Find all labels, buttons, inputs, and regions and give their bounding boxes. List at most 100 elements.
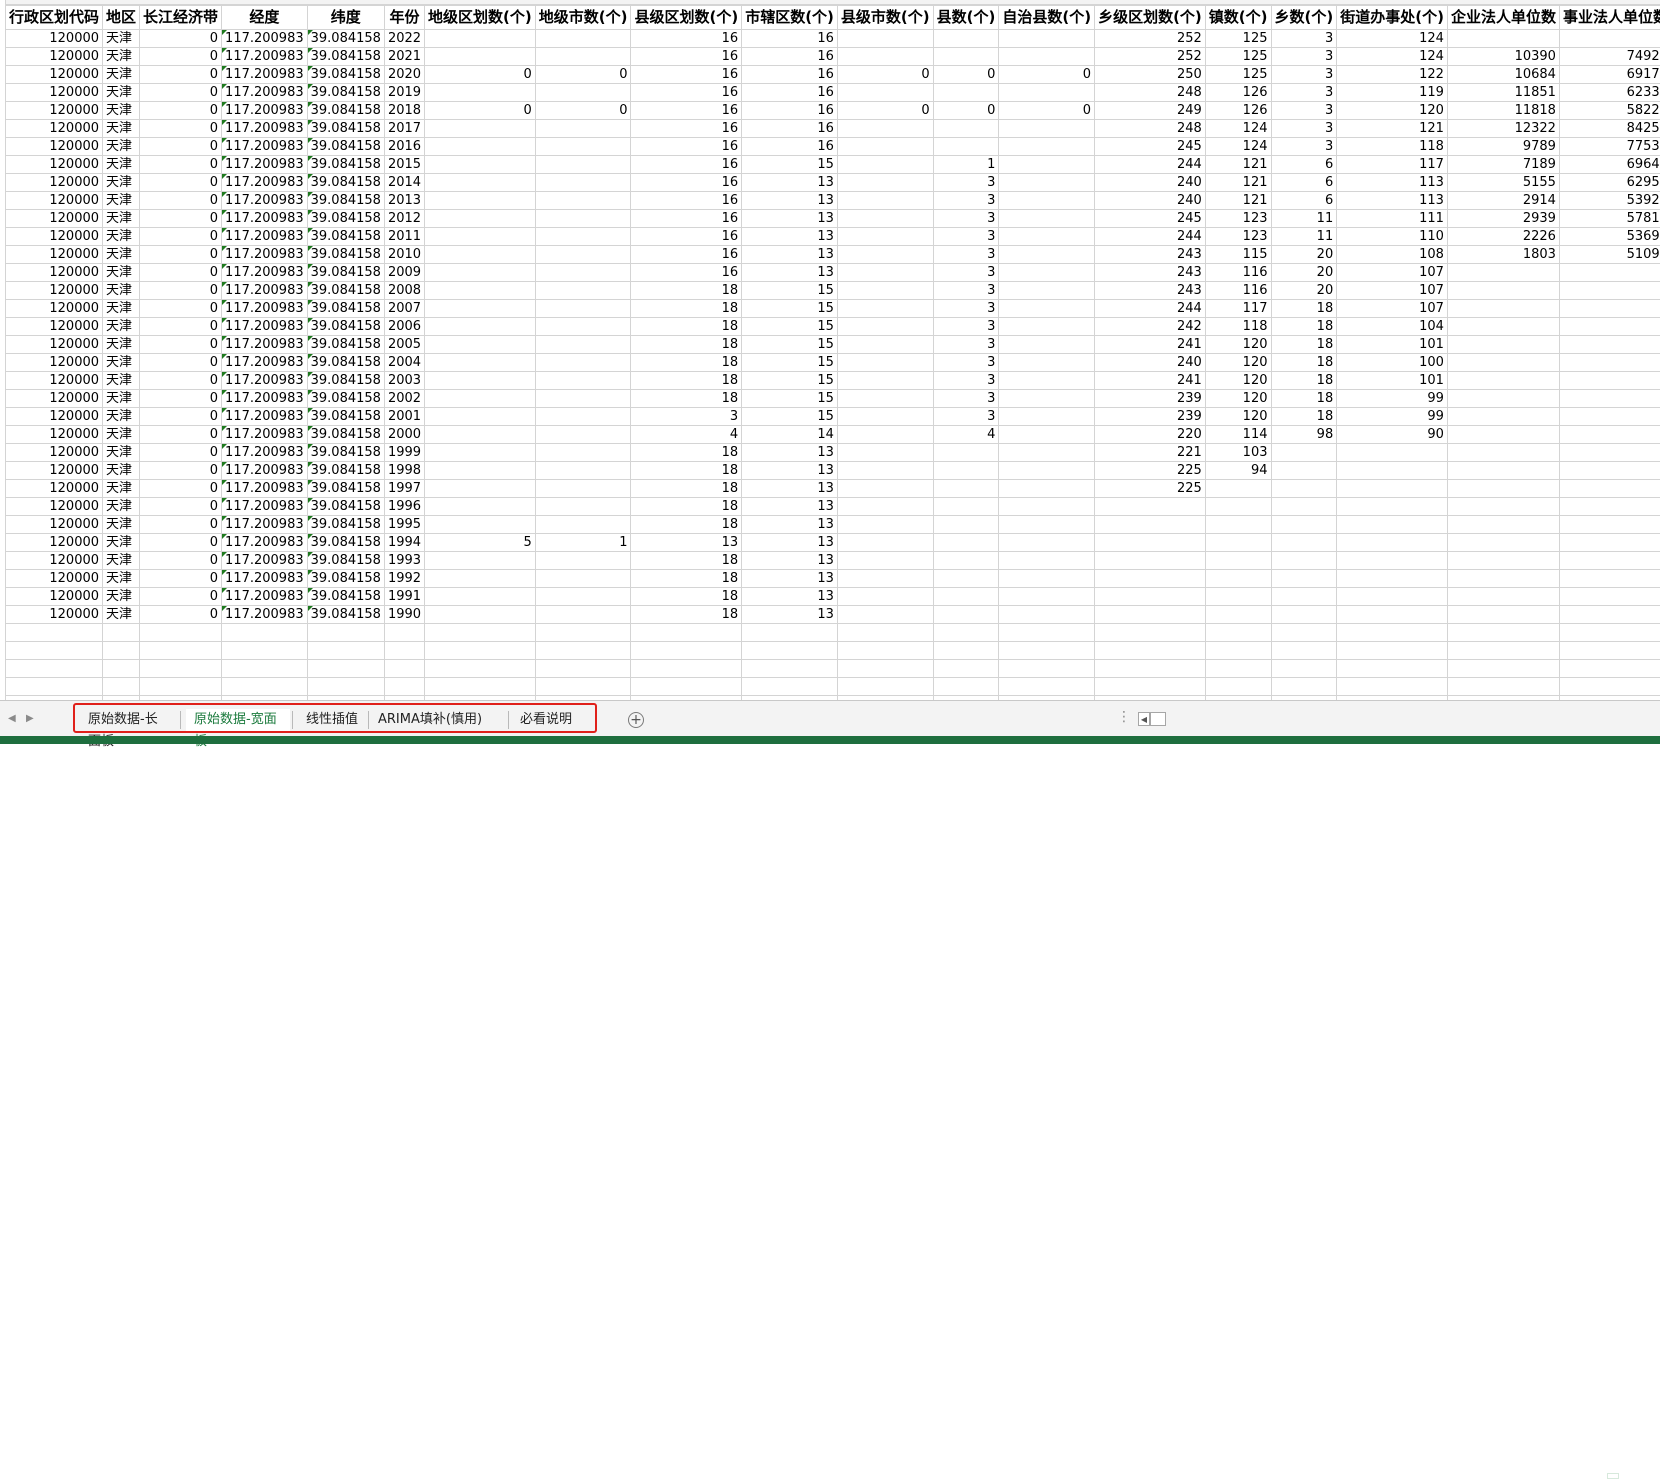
nav-right-icon[interactable]: ▶ bbox=[26, 713, 34, 724]
cell[interactable]: 16 bbox=[631, 174, 742, 192]
cell[interactable] bbox=[1559, 300, 1660, 318]
cell[interactable] bbox=[1559, 30, 1660, 48]
cell[interactable]: 1 bbox=[535, 534, 631, 552]
cell[interactable] bbox=[999, 660, 1095, 678]
cell[interactable]: 2022 bbox=[384, 30, 424, 48]
cell[interactable]: 120000 bbox=[6, 48, 103, 66]
cell[interactable] bbox=[1559, 444, 1660, 462]
cell[interactable] bbox=[1337, 588, 1448, 606]
cell[interactable]: 242 bbox=[1095, 318, 1206, 336]
cell[interactable]: 120 bbox=[1205, 372, 1271, 390]
cell[interactable]: 13 bbox=[742, 498, 838, 516]
cell[interactable] bbox=[425, 390, 536, 408]
cell[interactable]: 117.200983 bbox=[222, 372, 308, 390]
cell[interactable] bbox=[837, 174, 933, 192]
cell[interactable] bbox=[1271, 480, 1337, 498]
cell[interactable]: 0 bbox=[140, 138, 222, 156]
cell[interactable]: 0 bbox=[140, 570, 222, 588]
cell[interactable] bbox=[933, 588, 999, 606]
cell[interactable] bbox=[535, 174, 631, 192]
cell[interactable]: 3 bbox=[933, 174, 999, 192]
cell[interactable]: 99 bbox=[1337, 408, 1448, 426]
cell[interactable] bbox=[535, 642, 631, 660]
cell[interactable] bbox=[1271, 462, 1337, 480]
cell[interactable]: 16 bbox=[742, 102, 838, 120]
cell[interactable] bbox=[933, 552, 999, 570]
cell[interactable]: 117.200983 bbox=[222, 228, 308, 246]
cell[interactable]: 99 bbox=[1337, 390, 1448, 408]
cell[interactable]: 117 bbox=[1337, 156, 1448, 174]
cell[interactable] bbox=[1205, 480, 1271, 498]
column-header[interactable]: 乡数(个) bbox=[1271, 6, 1337, 30]
cell[interactable]: 18 bbox=[1271, 318, 1337, 336]
cell[interactable] bbox=[425, 138, 536, 156]
cell[interactable] bbox=[535, 228, 631, 246]
cell[interactable]: 239 bbox=[1095, 390, 1206, 408]
cell[interactable]: 9789 bbox=[1447, 138, 1559, 156]
cell[interactable]: 天津 bbox=[103, 570, 140, 588]
cell[interactable]: 天津 bbox=[103, 120, 140, 138]
cell[interactable] bbox=[1447, 480, 1559, 498]
cell[interactable] bbox=[535, 246, 631, 264]
column-header[interactable]: 县级市数(个) bbox=[837, 6, 933, 30]
cell[interactable]: 39.084158 bbox=[307, 174, 384, 192]
cell[interactable]: 0 bbox=[933, 66, 999, 84]
cell[interactable] bbox=[837, 48, 933, 66]
cell[interactable]: 39.084158 bbox=[307, 228, 384, 246]
cell[interactable]: 0 bbox=[140, 174, 222, 192]
cell[interactable] bbox=[1559, 552, 1660, 570]
cell[interactable]: 120000 bbox=[6, 246, 103, 264]
cell[interactable]: 244 bbox=[1095, 156, 1206, 174]
cell[interactable] bbox=[1447, 552, 1559, 570]
cell[interactable] bbox=[1095, 678, 1206, 696]
cell[interactable]: 2012 bbox=[384, 210, 424, 228]
cell[interactable]: 120000 bbox=[6, 354, 103, 372]
cell[interactable]: 245 bbox=[1095, 138, 1206, 156]
cell[interactable] bbox=[6, 678, 103, 696]
cell[interactable] bbox=[933, 534, 999, 552]
cell[interactable]: 天津 bbox=[103, 300, 140, 318]
cell[interactable]: 117.200983 bbox=[222, 516, 308, 534]
cell[interactable]: 13 bbox=[742, 246, 838, 264]
cell[interactable]: 221 bbox=[1095, 444, 1206, 462]
cell[interactable] bbox=[933, 462, 999, 480]
cell[interactable]: 11 bbox=[1271, 228, 1337, 246]
cell[interactable] bbox=[837, 444, 933, 462]
cell[interactable]: 117.200983 bbox=[222, 444, 308, 462]
cell[interactable]: 118 bbox=[1205, 318, 1271, 336]
cell[interactable] bbox=[1095, 552, 1206, 570]
cell[interactable]: 53690 bbox=[1559, 228, 1660, 246]
cell[interactable]: 1997 bbox=[384, 480, 424, 498]
cell[interactable] bbox=[1095, 570, 1206, 588]
cell[interactable]: 122 bbox=[1337, 66, 1448, 84]
cell[interactable]: 2002 bbox=[384, 390, 424, 408]
cell[interactable] bbox=[1559, 660, 1660, 678]
cell[interactable]: 124 bbox=[1205, 120, 1271, 138]
cell[interactable]: 2015 bbox=[384, 156, 424, 174]
cell[interactable] bbox=[1271, 570, 1337, 588]
cell[interactable] bbox=[425, 30, 536, 48]
cell[interactable]: 13 bbox=[742, 534, 838, 552]
cell[interactable]: 120 bbox=[1205, 408, 1271, 426]
cell[interactable]: 4 bbox=[631, 426, 742, 444]
cell[interactable] bbox=[1559, 678, 1660, 696]
cell[interactable] bbox=[425, 336, 536, 354]
cell[interactable]: 108 bbox=[1337, 246, 1448, 264]
cell[interactable]: 125 bbox=[1205, 66, 1271, 84]
cell[interactable]: 117 bbox=[1205, 300, 1271, 318]
cell[interactable]: 0 bbox=[140, 390, 222, 408]
cell[interactable]: 天津 bbox=[103, 426, 140, 444]
cell[interactable]: 0 bbox=[425, 102, 536, 120]
cell[interactable]: 244 bbox=[1095, 228, 1206, 246]
column-header[interactable]: 街道办事处(个) bbox=[1337, 6, 1448, 30]
cell[interactable] bbox=[999, 678, 1095, 696]
cell[interactable] bbox=[1447, 318, 1559, 336]
cell[interactable]: 240 bbox=[1095, 192, 1206, 210]
cell[interactable]: 90 bbox=[1337, 426, 1448, 444]
cell[interactable]: 0 bbox=[140, 66, 222, 84]
cell[interactable] bbox=[425, 282, 536, 300]
cell[interactable]: 3 bbox=[933, 228, 999, 246]
cell[interactable]: 2001 bbox=[384, 408, 424, 426]
cell[interactable]: 天津 bbox=[103, 408, 140, 426]
cell[interactable]: 15 bbox=[742, 372, 838, 390]
